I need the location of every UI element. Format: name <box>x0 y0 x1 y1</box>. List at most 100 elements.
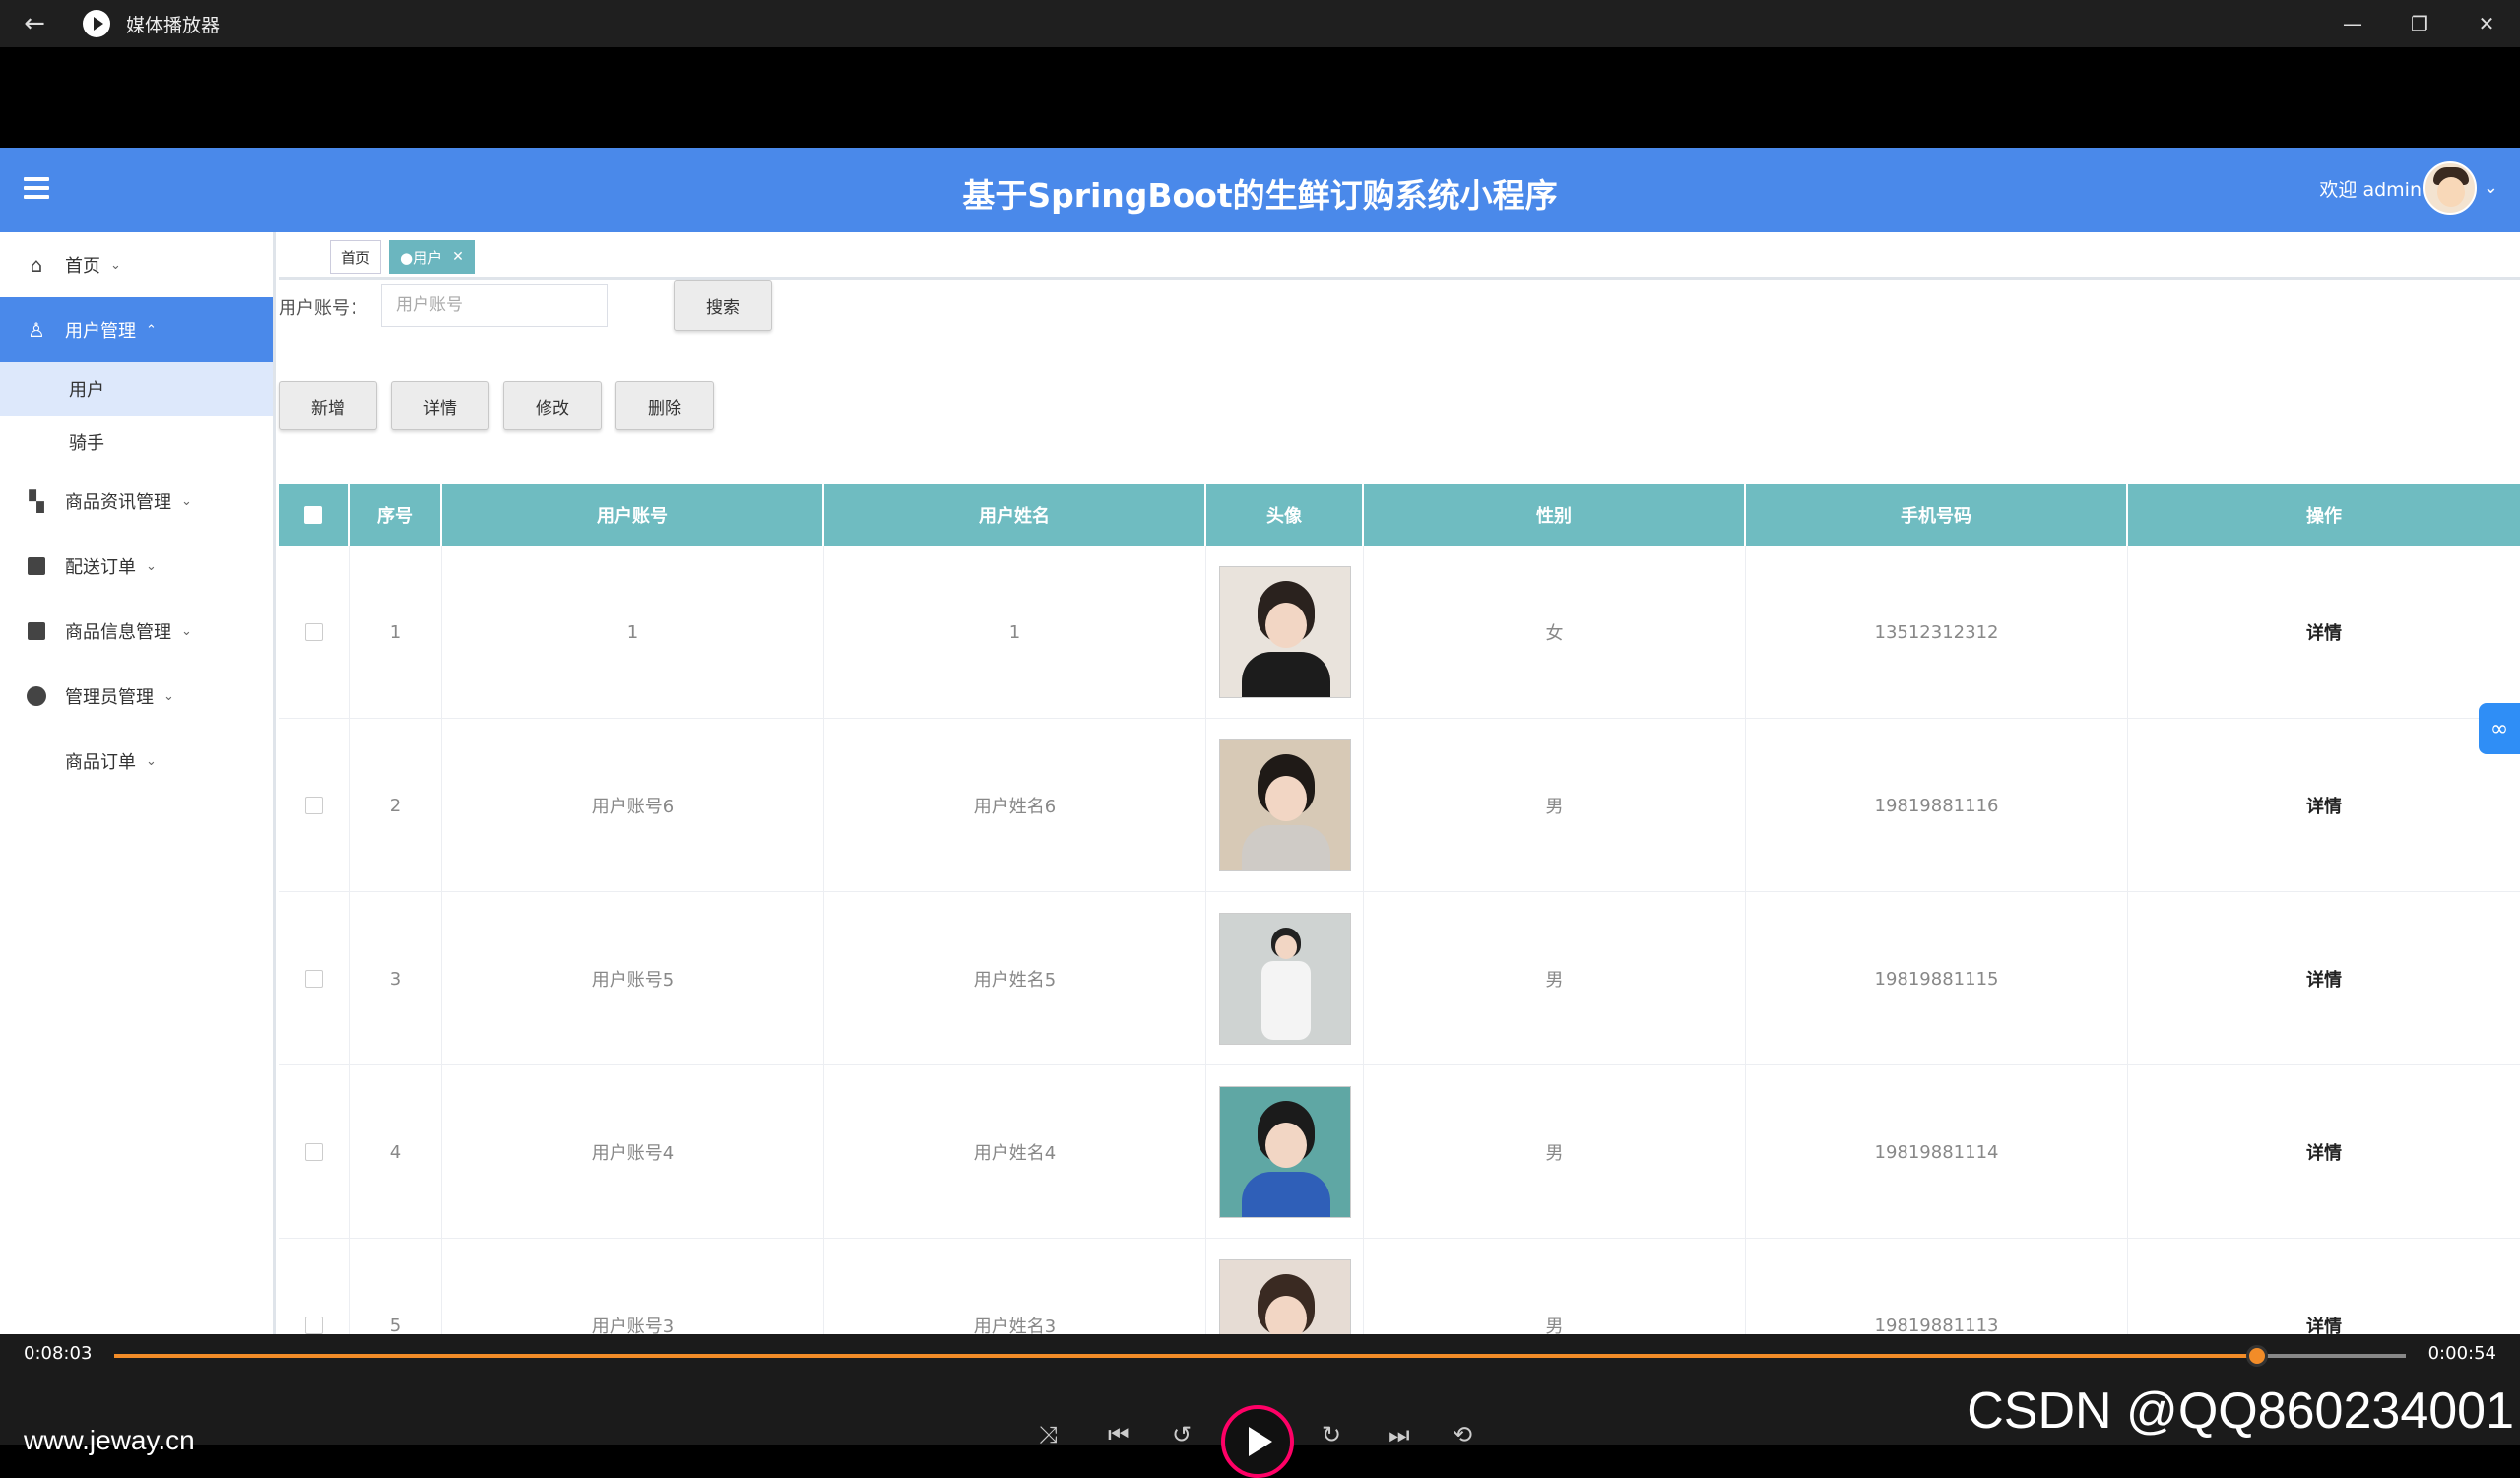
minimize-button[interactable]: — <box>2319 0 2386 47</box>
tabs-bar: 首页 ●用户 ✕ <box>279 232 2520 280</box>
table-header: 序号 用户账号 用户姓名 头像 性别 手机号码 操作 <box>279 484 2520 546</box>
name-cell: 用户姓名4 <box>824 1065 1206 1239</box>
phone-cell: 19819881113 <box>1746 1239 2128 1334</box>
detail-link[interactable]: 详情 <box>2128 892 2520 1065</box>
index-cell: 4 <box>350 1065 442 1239</box>
column-header: 用户姓名 <box>824 484 1206 546</box>
media-player-icon <box>83 10 110 37</box>
detail-link[interactable]: 详情 <box>2128 719 2520 892</box>
table-row: 5 用户账号3 用户姓名3 男 19819881113 详情 <box>279 1239 2520 1334</box>
window-title: 媒体播放器 <box>126 14 221 36</box>
chevron-down-icon[interactable]: ⌄ <box>2484 177 2498 198</box>
detail-link[interactable]: 详情 <box>2128 1239 2520 1334</box>
sidebar-subitem-user[interactable]: 用户 <box>0 362 273 416</box>
tab-label: 首页 <box>341 248 371 267</box>
tab-home[interactable]: 首页 <box>330 240 382 274</box>
sidebar-item-label: 配送订单 <box>65 557 136 578</box>
account-search-input[interactable] <box>381 284 608 327</box>
table-row: 2 用户账号6 用户姓名6 男 19819881116 详情 <box>279 719 2520 892</box>
tab-user[interactable]: ●用户 ✕ <box>389 240 475 274</box>
row-select-cell <box>279 719 350 892</box>
sidebar-item-admin-management[interactable]: 管理员管理 ⌄ <box>0 664 273 729</box>
sidebar-item-label: 用户管理 <box>65 321 136 342</box>
seek-handle[interactable] <box>2245 1345 2268 1367</box>
avatar-cell <box>1206 719 1364 892</box>
avatar-cell <box>1206 546 1364 719</box>
grid-icon: ▚ <box>29 489 44 513</box>
name-cell: 1 <box>824 546 1206 719</box>
web-app: 基于SpringBoot的生鲜订购系统小程序 欢迎 admin ⌄ ⌂ 首页 ⌄… <box>0 148 2520 1334</box>
play-button[interactable] <box>1221 1405 1294 1478</box>
gender-cell: 女 <box>1364 546 1746 719</box>
row-checkbox[interactable] <box>304 1317 323 1334</box>
row-checkbox[interactable] <box>304 623 323 641</box>
floating-share-icon[interactable]: ∞ <box>2479 703 2520 754</box>
gender-cell: 男 <box>1364 1065 1746 1239</box>
remaining-time: 0:00:54 <box>2427 1343 2496 1364</box>
close-window-button[interactable]: ✕ <box>2453 0 2520 47</box>
column-header: 头像 <box>1206 484 1364 546</box>
phone-cell: 19819881116 <box>1746 719 2128 892</box>
name-cell: 用户姓名5 <box>824 892 1206 1065</box>
add-button[interactable]: 新增 <box>279 381 377 430</box>
tab-label: ●用户 <box>400 248 443 267</box>
chevron-down-icon: ⌄ <box>181 623 192 639</box>
gender-cell: 男 <box>1364 1239 1746 1334</box>
sidebar-item-home[interactable]: ⌂ 首页 ⌄ <box>0 232 273 297</box>
account-cell: 用户账号5 <box>442 892 824 1065</box>
sidebar-item-label: 商品订单 <box>65 752 136 773</box>
edit-button[interactable]: 修改 <box>503 381 602 430</box>
chevron-up-icon: ⌃ <box>146 322 157 338</box>
close-icon[interactable]: ✕ <box>452 249 464 265</box>
list-icon <box>26 555 47 577</box>
search-button[interactable]: 搜索 <box>674 280 772 331</box>
media-player-controls: 0:08:03 0:00:54 www.jeway.cn ⤨ ⏮ ↺ ↻ ⏭ ⟲… <box>0 1334 2520 1478</box>
name-cell: 用户姓名3 <box>824 1239 1206 1334</box>
sidebar-item-label: 首页 <box>65 256 100 277</box>
name-cell: 用户姓名6 <box>824 719 1206 892</box>
account-cell: 用户账号4 <box>442 1065 824 1239</box>
list-icon <box>26 620 47 642</box>
select-all-checkbox[interactable] <box>304 506 322 524</box>
column-header: 手机号码 <box>1746 484 2128 546</box>
seek-bar-fill <box>114 1354 2257 1358</box>
row-checkbox[interactable] <box>304 797 323 814</box>
account-cell: 用户账号3 <box>442 1239 824 1334</box>
row-select-cell <box>279 1065 350 1239</box>
row-select-cell <box>279 892 350 1065</box>
sidebar-item-product-info[interactable]: 商品信息管理 ⌄ <box>0 599 273 664</box>
sidebar-item-user-management[interactable]: ♙ 用户管理 ⌃ <box>0 297 273 362</box>
chevron-down-icon: ⌄ <box>110 257 121 273</box>
main-content: 首页 ●用户 ✕ 用户账号： 搜索 新增 详情 修改 删除 序号 用户账号 用户… <box>279 232 2520 1334</box>
back-arrow-icon[interactable]: ← <box>0 0 69 47</box>
table-row: 1 1 1 女 13512312312 详情 <box>279 546 2520 719</box>
blank-icon <box>26 750 47 772</box>
gender-cell: 男 <box>1364 892 1746 1065</box>
sidebar-item-label: 商品信息管理 <box>65 622 171 643</box>
system-title: 基于SpringBoot的生鲜订购系统小程序 <box>962 176 1558 215</box>
phone-cell: 19819881114 <box>1746 1065 2128 1239</box>
sidebar-subitem-rider[interactable]: 骑手 <box>0 416 273 469</box>
admin-avatar[interactable] <box>2423 161 2477 215</box>
chevron-down-icon: ⌄ <box>146 753 157 769</box>
avatar-cell <box>1206 892 1364 1065</box>
detail-button[interactable]: 详情 <box>391 381 489 430</box>
avatar-cell <box>1206 1239 1364 1334</box>
row-checkbox[interactable] <box>304 1143 323 1161</box>
detail-link[interactable]: 详情 <box>2128 1065 2520 1239</box>
app-header: 基于SpringBoot的生鲜订购系统小程序 欢迎 admin ⌄ <box>0 148 2520 232</box>
column-header: 操作 <box>2306 506 2342 527</box>
sidebar-item-product-news[interactable]: ▚ 商品资讯管理 ⌄ <box>0 469 273 534</box>
window-titlebar: ← 媒体播放器 — ❐ ✕ <box>0 0 2520 47</box>
restore-button[interactable]: ❐ <box>2386 0 2453 47</box>
row-checkbox[interactable] <box>304 970 323 988</box>
account-cell: 1 <box>442 546 824 719</box>
detail-link[interactable]: 详情 <box>2128 546 2520 719</box>
check-circle-icon <box>26 685 47 707</box>
index-cell: 3 <box>350 892 442 1065</box>
welcome-text: 欢迎 admin <box>2319 179 2422 201</box>
sidebar-item-product-orders[interactable]: 商品订单 ⌄ <box>0 729 273 794</box>
delete-button[interactable]: 删除 <box>615 381 714 430</box>
sidebar-item-delivery-orders[interactable]: 配送订单 ⌄ <box>0 534 273 599</box>
seek-bar[interactable] <box>114 1345 2406 1367</box>
